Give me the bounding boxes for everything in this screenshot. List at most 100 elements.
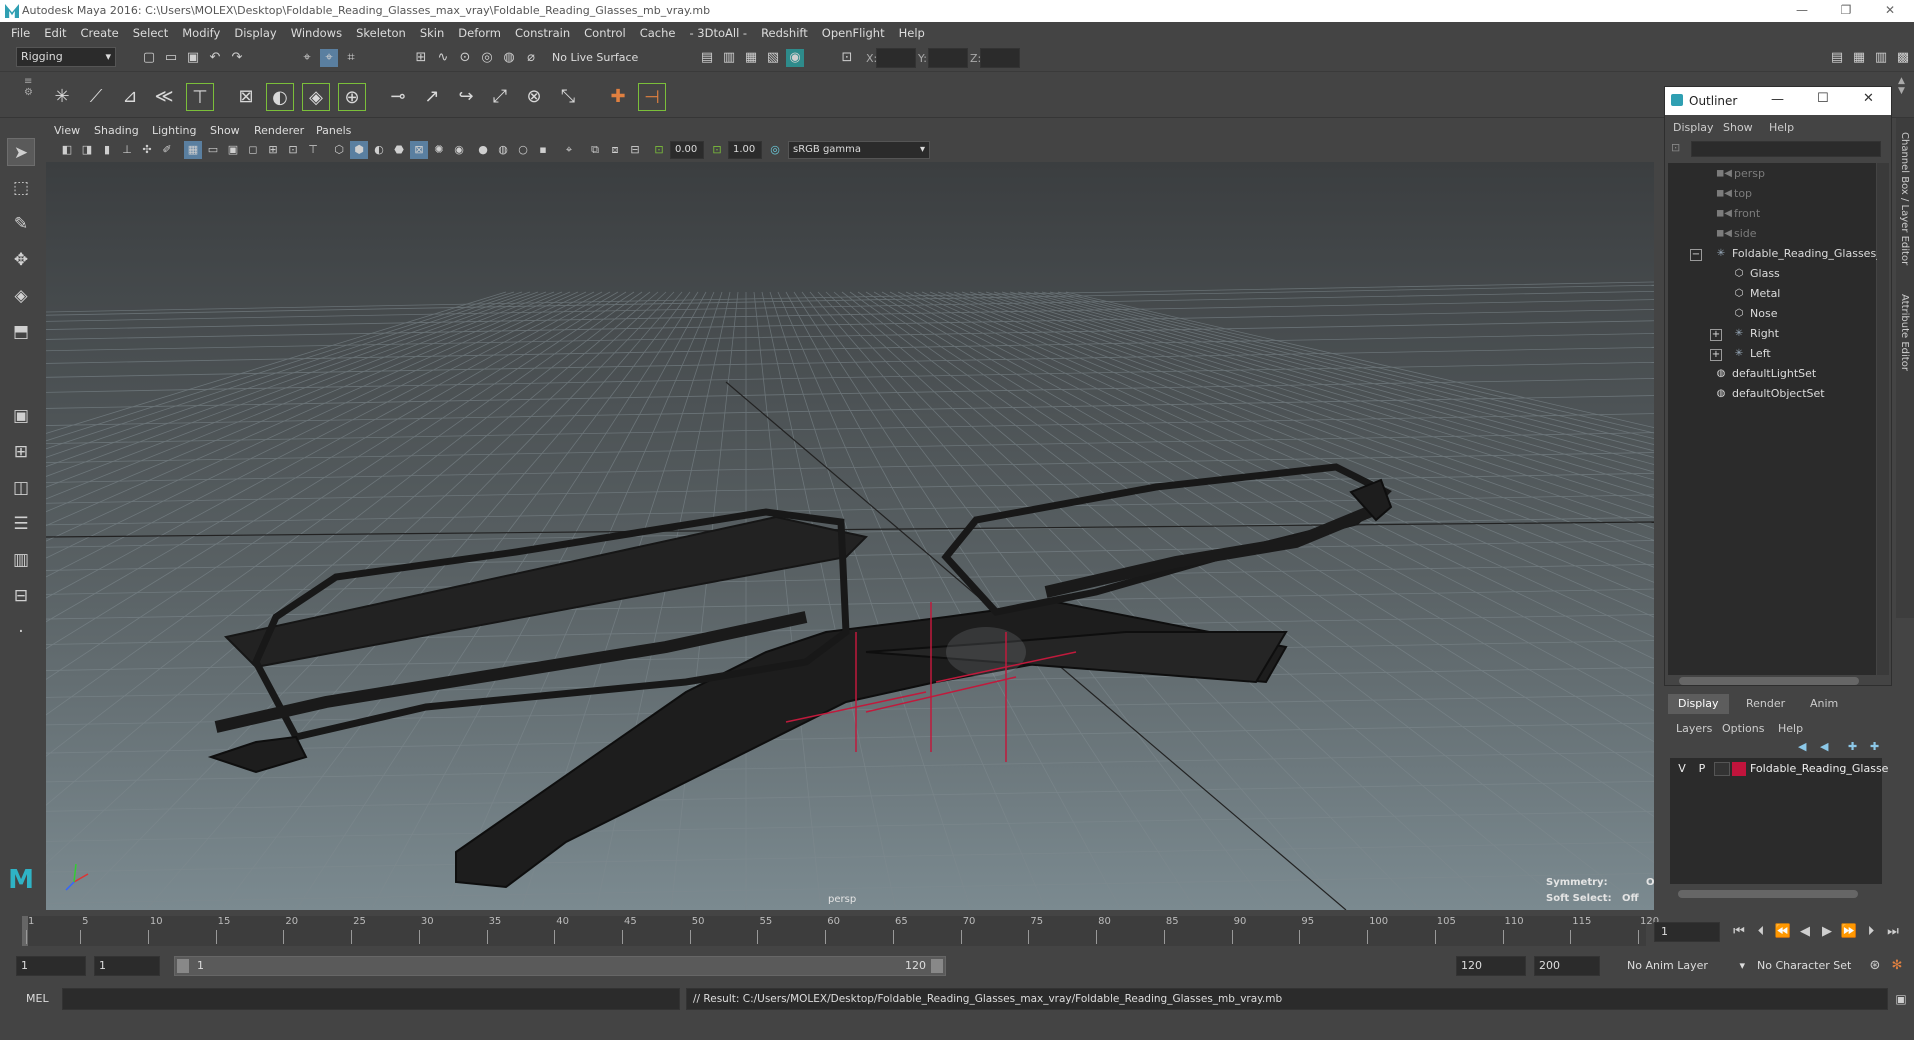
grease-pencil-icon[interactable]: ✐ <box>158 141 176 159</box>
color-management-icon[interactable]: ◎ <box>766 141 784 159</box>
custom-layout-icon[interactable]: · <box>7 618 35 646</box>
smooth-bind-icon[interactable]: ⊤ <box>186 83 214 111</box>
panel-menu-lighting[interactable]: Lighting <box>152 124 196 137</box>
motion-blur-icon[interactable]: ◍ <box>494 141 512 159</box>
script-layout-icon[interactable]: ⊟ <box>7 582 35 610</box>
outliner-menu-display[interactable]: Display <box>1673 121 1714 134</box>
image-plane-icon[interactable]: ⊥ <box>118 141 136 159</box>
tab-render[interactable]: Render <box>1736 694 1795 714</box>
select-tool-icon[interactable]: ➤ <box>7 138 35 166</box>
outliner-hscrollbar[interactable] <box>1679 677 1859 685</box>
smooth-shade-icon[interactable]: ⬢ <box>350 141 368 159</box>
outliner-item[interactable]: ⬡ Nose <box>1732 307 1778 320</box>
menu-deform[interactable]: Deform <box>451 22 508 44</box>
lasso-tool-icon[interactable]: ⬚ <box>7 174 35 202</box>
layer-color-swatch[interactable] <box>1732 762 1746 776</box>
channel-box-icon[interactable]: ▩ <box>1894 49 1912 67</box>
layer-name[interactable]: Foldable_Reading_Glasse <box>1750 762 1888 775</box>
exposure-field[interactable]: 0.00 <box>670 141 704 159</box>
layers-menu-options[interactable]: Options <box>1722 722 1764 735</box>
time-slider[interactable]: 1 5 10 15 20 25 30 35 40 45 50 55 60 65 70 75 80 85 90 95 10… <box>0 912 1914 948</box>
wireframe-icon[interactable]: ⬡ <box>330 141 348 159</box>
render-frame-icon[interactable]: ▥ <box>720 49 738 67</box>
snap-point-icon[interactable]: ⊙ <box>456 49 474 67</box>
joint-tool-icon[interactable]: ✳ <box>48 83 76 111</box>
xray-joints-icon[interactable]: ⧈ <box>606 141 624 159</box>
outliner-layout-icon[interactable]: ☰ <box>7 510 35 538</box>
snap-view-icon[interactable]: ◎ <box>478 49 496 67</box>
locator-group-icon[interactable]: ⊣ <box>638 83 666 111</box>
depth-of-field-icon[interactable]: ▪ <box>534 141 552 159</box>
gamma-icon[interactable]: ⊡ <box>708 141 726 159</box>
four-pane-layout-icon[interactable]: ⊞ <box>7 438 35 466</box>
character-set-dropdown[interactable]: No Character Set <box>1752 956 1862 976</box>
graph-layout-icon[interactable]: ▥ <box>7 546 35 574</box>
restore-icon[interactable]: ❐ <box>1824 0 1868 22</box>
locator-icon[interactable]: ✚ <box>604 83 632 111</box>
outliner-item[interactable]: ◼◀ persp <box>1716 167 1765 180</box>
safe-title-icon[interactable]: ⊤ <box>304 141 322 159</box>
expand-icon[interactable]: + <box>1710 329 1722 341</box>
exposure-icon[interactable]: ⊡ <box>650 141 668 159</box>
range-start-handle[interactable] <box>177 959 189 973</box>
gamma-field[interactable]: 1.00 <box>728 141 762 159</box>
play-backward-icon[interactable]: ◀ <box>1796 923 1814 941</box>
resolution-gate-icon[interactable]: ▣ <box>224 141 242 159</box>
outliner-menu-show[interactable]: Show <box>1723 121 1753 134</box>
default-material-icon[interactable]: ◐ <box>370 141 388 159</box>
layer-type-toggle[interactable] <box>1714 762 1730 776</box>
render-view-icon[interactable]: ▧ <box>764 49 782 67</box>
outliner-item[interactable]: ◼◀ front <box>1716 207 1760 220</box>
mirror-joint-icon[interactable]: ≪ <box>150 83 178 111</box>
layer-playback-toggle[interactable]: P <box>1694 762 1710 775</box>
minimize-icon[interactable]: — <box>1771 92 1784 107</box>
outliner-item[interactable]: ◍ defaultLightSet <box>1714 367 1817 380</box>
redo-icon[interactable]: ↷ <box>228 49 246 67</box>
menu-redshift[interactable]: Redshift <box>754 22 815 44</box>
colorspace-dropdown[interactable]: sRGB gamma ▾ <box>788 141 930 159</box>
move-layer-up-icon[interactable]: ◀ <box>1798 740 1806 753</box>
menu-skeleton[interactable]: Skeleton <box>349 22 413 44</box>
outliner-item[interactable]: ✳ Right <box>1732 327 1779 340</box>
auto-key-icon[interactable]: ⊛ <box>1866 957 1884 975</box>
live-surface-label[interactable]: No Live Surface <box>552 51 638 64</box>
panel-menu-shading[interactable]: Shading <box>94 124 139 137</box>
shelf-menu-icon[interactable]: ≡ ⚙ <box>24 76 33 114</box>
menuset-dropdown[interactable]: Rigging ▾ <box>16 47 116 67</box>
menu-modify[interactable]: Modify <box>175 22 227 44</box>
pole-vector-icon[interactable]: ⤡ <box>554 83 582 111</box>
snap-grid-icon[interactable]: ⊞ <box>412 49 430 67</box>
new-scene-icon[interactable]: ▢ <box>140 49 158 67</box>
aim-constraint-icon[interactable]: ↗ <box>418 83 446 111</box>
step-forward-icon[interactable]: ⏵ <box>1862 923 1880 941</box>
antialias-icon[interactable]: ○ <box>514 141 532 159</box>
viewport-persp[interactable]: persp Symmetry: Off Soft Select: Off <box>46 162 1654 910</box>
paint-select-icon[interactable]: ✎ <box>7 210 35 238</box>
ik-spline-icon[interactable]: ⊿ <box>116 83 144 111</box>
open-scene-icon[interactable]: ▭ <box>162 49 180 67</box>
orient-constraint-icon[interactable]: ↪ <box>452 83 480 111</box>
snap-surface-icon[interactable]: ◍ <box>500 49 518 67</box>
range-end-handle[interactable] <box>931 959 943 973</box>
current-frame-field[interactable]: 1 <box>1654 922 1720 942</box>
minimize-icon[interactable]: — <box>1780 0 1824 22</box>
move-tool-icon[interactable]: ✥ <box>7 246 35 274</box>
menu-openflight[interactable]: OpenFlight <box>815 22 892 44</box>
select-component-icon[interactable]: ⌗ <box>342 49 360 67</box>
modeling-toolkit-icon[interactable]: ▤ <box>1828 49 1846 67</box>
menu-3dtoall[interactable]: - 3DtoAll - <box>682 22 754 44</box>
menu-create[interactable]: Create <box>74 22 126 44</box>
outliner-item[interactable]: ✳ Foldable_Reading_Glasses_n <box>1714 247 1889 260</box>
scale-tool-icon[interactable]: ⬒ <box>7 318 35 346</box>
paint-weights-icon[interactable]: ⊠ <box>232 83 260 111</box>
rotate-tool-icon[interactable]: ◈ <box>7 282 35 310</box>
script-language-toggle[interactable]: MEL <box>26 992 49 1005</box>
camera-attributes-icon[interactable]: ◨ <box>78 141 96 159</box>
textured-icon[interactable]: ⊠ <box>410 141 428 159</box>
shadows-icon[interactable]: ◉ <box>450 141 468 159</box>
undo-icon[interactable]: ↶ <box>206 49 224 67</box>
menu-constrain[interactable]: Constrain <box>508 22 577 44</box>
menu-windows[interactable]: Windows <box>284 22 349 44</box>
menu-select[interactable]: Select <box>126 22 175 44</box>
z-field[interactable] <box>980 48 1020 68</box>
